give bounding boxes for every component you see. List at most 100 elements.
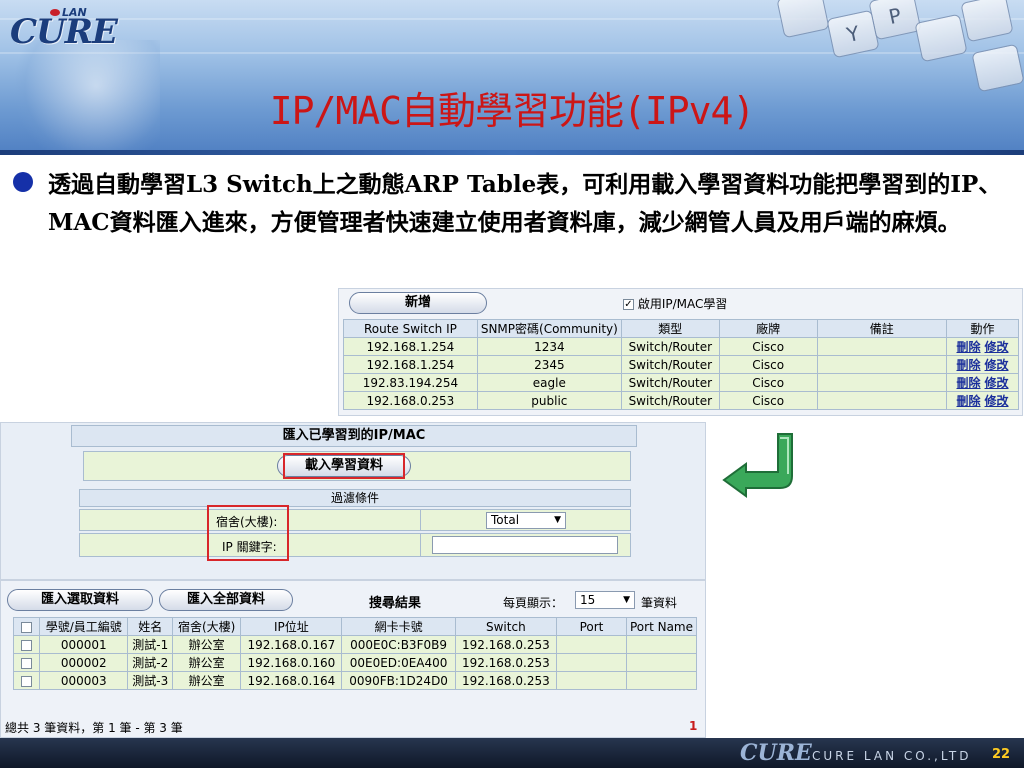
device-brand: Cisco <box>718 355 818 374</box>
edit-link[interactable]: 修改 <box>985 358 1009 372</box>
add-button[interactable]: 新增 <box>349 292 487 314</box>
table-row: 000001 測試-1 辦公室 192.168.0.167 000E0C:B3F… <box>13 635 697 654</box>
device-brand: Cisco <box>718 391 818 410</box>
checkbox-checked-icon[interactable]: ✓ <box>623 299 634 310</box>
row-checkbox[interactable] <box>21 675 32 687</box>
column-header: SNMP密碼(Community) <box>476 319 622 338</box>
company-logo: LAN CURE <box>10 6 130 52</box>
device-brand: Cisco <box>718 337 818 356</box>
select-all-checkbox[interactable] <box>21 621 32 633</box>
highlight-frame <box>207 505 289 561</box>
switch-ip: 192.168.0.253 <box>454 635 558 654</box>
column-header: 學號/員工編號 <box>38 617 129 636</box>
results-summary: 總共 3 筆資料，第 1 筆 - 第 3 筆 <box>5 721 183 735</box>
per-page-label: 每頁顯示： <box>503 596 564 610</box>
filter-title: 過濾條件 <box>79 489 631 507</box>
import-selected-button[interactable]: 匯入選取資料 <box>7 589 153 611</box>
user-name: 測試-2 <box>127 653 174 672</box>
arp-table: Route Switch IP SNMP密碼(Community) 類型 廠牌 … <box>343 319 1019 410</box>
footer-logo: CURE <box>740 740 812 766</box>
search-result-label: 搜尋結果 <box>369 596 422 611</box>
row-actions: 刪除 修改 <box>946 355 1019 374</box>
enable-learning-label: 啟用IP/MAC學習 <box>637 297 728 311</box>
device-note <box>816 373 948 392</box>
port <box>556 635 627 654</box>
row-checkbox[interactable] <box>21 639 32 651</box>
filter-row-dorm: 宿舍(大樓): Total ▼ <box>79 509 631 531</box>
dropdown-arrow-icon: ▼ <box>554 515 561 525</box>
edit-link[interactable]: 修改 <box>985 394 1009 408</box>
switch-ip: 192.168.0.253 <box>454 671 558 690</box>
table-header-row: 學號/員工編號 姓名 宿舍(大樓) IP位址 網卡卡號 Switch Port … <box>13 617 697 636</box>
mac-address: 000E0C:B3F0B9 <box>341 635 456 654</box>
device-note <box>816 355 948 374</box>
results-table: 學號/員工編號 姓名 宿舍(大樓) IP位址 網卡卡號 Switch Port … <box>13 617 697 690</box>
port-name <box>626 635 697 654</box>
per-page-value: 15 <box>580 593 596 607</box>
import-panel-title: 匯入已學習到的IP/MAC <box>71 425 637 447</box>
keyboard-key-icon <box>914 13 968 63</box>
device-type: Switch/Router <box>620 337 720 356</box>
footer-company: CURE LAN CO.,LTD <box>812 749 972 763</box>
delete-link[interactable]: 刪除 <box>957 358 981 372</box>
import-learned-panel: 匯入已學習到的IP/MAC 載入學習資料 過濾條件 宿舍(大樓): Total … <box>0 422 706 580</box>
dorm-select[interactable]: Total ▼ <box>486 512 566 529</box>
route-switch-ip: 192.168.1.254 <box>343 337 478 356</box>
student-id: 000003 <box>38 671 129 690</box>
ip-address: 192.168.0.167 <box>240 635 343 654</box>
slide-title: IP/MAC自動學習功能(IPv4) <box>269 89 756 133</box>
column-header: IP位址 <box>240 617 343 636</box>
route-switch-ip: 192.83.194.254 <box>343 373 478 392</box>
table-row: 192.168.0.253 public Switch/Router Cisco… <box>343 391 1019 410</box>
device-brand: Cisco <box>718 373 818 392</box>
snmp-community: public <box>476 391 622 410</box>
port <box>556 653 627 672</box>
port-name <box>626 653 697 672</box>
dorm: 辦公室 <box>172 635 242 654</box>
column-header: Port Name <box>626 617 697 636</box>
keyboard-key-icon: P <box>868 0 922 41</box>
import-all-button[interactable]: 匯入全部資料 <box>159 589 293 611</box>
snmp-community: eagle <box>476 373 622 392</box>
per-page-select[interactable]: 15 ▼ <box>575 591 635 609</box>
enable-learning-toggle[interactable]: ✓ 啟用IP/MAC學習 <box>623 295 727 312</box>
column-header: Port <box>556 617 627 636</box>
snmp-community: 2345 <box>476 355 622 374</box>
port-name <box>626 671 697 690</box>
device-note <box>816 337 948 356</box>
dorm: 辦公室 <box>172 671 242 690</box>
edit-link[interactable]: 修改 <box>985 340 1009 354</box>
row-checkbox[interactable] <box>21 657 32 669</box>
table-row: 000002 測試-2 辦公室 192.168.0.160 00E0ED:0EA… <box>13 653 697 672</box>
column-header: 網卡卡號 <box>341 617 456 636</box>
route-switch-ip: 192.168.1.254 <box>343 355 478 374</box>
logo-cure-text: CURE <box>10 12 118 52</box>
column-header: Switch <box>454 617 558 636</box>
keyboard-key-icon <box>960 0 1014 43</box>
table-row: 000003 測試-3 辦公室 192.168.0.164 0090FB:1D2… <box>13 671 697 690</box>
dorm: 辦公室 <box>172 653 242 672</box>
arp-learning-panel: 新增 ✓ 啟用IP/MAC學習 Route Switch IP SNMP密碼(C… <box>338 288 1023 416</box>
bullet-text: 透過自動學習L3 Switch上之動態ARP Table表，可利用載入學習資料功… <box>48 171 1002 236</box>
edit-link[interactable]: 修改 <box>985 376 1009 390</box>
select-all-cell <box>13 617 40 636</box>
filter-row-ip: IP 關鍵字: <box>79 533 631 557</box>
search-results-panel: 匯入選取資料 匯入全部資料 搜尋結果 每頁顯示： 15 ▼ 筆資料 學號/員工編… <box>0 580 706 738</box>
delete-link[interactable]: 刪除 <box>957 394 981 408</box>
delete-link[interactable]: 刪除 <box>957 376 981 390</box>
page-number-link[interactable]: 1 <box>689 719 697 733</box>
row-actions: 刪除 修改 <box>946 337 1019 356</box>
bullet-icon <box>13 172 33 192</box>
delete-link[interactable]: 刪除 <box>957 340 981 354</box>
row-actions: 刪除 修改 <box>946 391 1019 410</box>
user-name: 測試-3 <box>127 671 174 690</box>
dorm-select-value: Total <box>491 513 520 527</box>
row-select-cell <box>13 653 40 672</box>
ip-keyword-input[interactable] <box>432 536 618 554</box>
table-row: 192.168.1.254 2345 Switch/Router Cisco 刪… <box>343 355 1019 374</box>
port <box>556 671 627 690</box>
column-header: 宿舍(大樓) <box>172 617 242 636</box>
dropdown-arrow-icon: ▼ <box>623 595 630 605</box>
student-id: 000002 <box>38 653 129 672</box>
slide: Y P LAN CURE IP/MAC自動學習功能(IPv4) 透過自動學習L3… <box>0 0 1024 768</box>
